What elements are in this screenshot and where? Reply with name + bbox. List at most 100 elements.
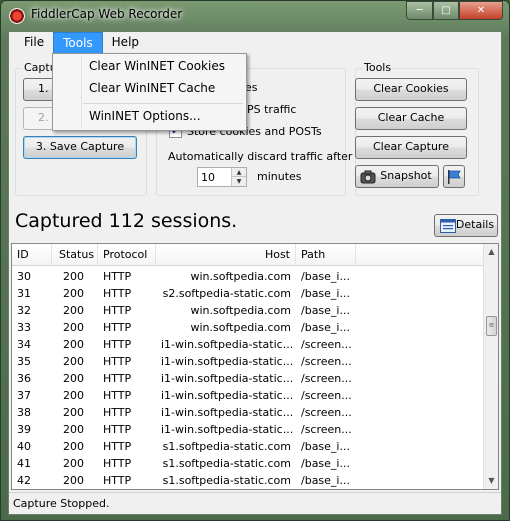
- table-row[interactable]: 38 200 HTTP i1-win.softpedia-static... /scre…: [12, 404, 484, 421]
- cell-status: 200: [63, 457, 84, 470]
- captured-sessions-text: Captured 112 sessions.: [15, 210, 238, 232]
- cell-status: 200: [63, 389, 84, 402]
- caption-buttons: ─ □ ✕: [406, 1, 503, 20]
- scroll-down-arrow-icon[interactable]: ▼: [484, 473, 498, 489]
- cell-path: /screen...: [301, 355, 352, 368]
- cell-status: 200: [63, 440, 84, 453]
- scroll-thumb[interactable]: ≡: [486, 316, 497, 336]
- table-row[interactable]: 41 200 HTTP s1.softpedia-static.com/base_i.…: [12, 455, 484, 472]
- title-bar[interactable]: FiddlerCap Web Recorder ─ □ ✕: [1, 1, 509, 31]
- cell-protocol: HTTP: [103, 338, 132, 351]
- column-header-host[interactable]: Host: [156, 244, 296, 266]
- cell-id: 32: [17, 304, 31, 317]
- cell-id: 38: [17, 406, 31, 419]
- flag-button[interactable]: [443, 165, 465, 188]
- table-row[interactable]: 31 200 HTTP s2.softpedia-static.com/base_i.…: [12, 285, 484, 302]
- cell-status: 200: [63, 270, 84, 283]
- cell-id: 42: [17, 474, 31, 487]
- snapshot-button[interactable]: Snapshot: [355, 165, 439, 188]
- cell-protocol: HTTP: [103, 270, 132, 283]
- menu-wininet-options[interactable]: WinINET Options...: [55, 106, 244, 127]
- menu-clear-wininet-cache[interactable]: Clear WinINET Cache: [55, 78, 244, 99]
- menu-clear-wininet-cookies[interactable]: Clear WinINET Cookies: [55, 56, 244, 77]
- column-header-id[interactable]: ID: [12, 244, 52, 266]
- column-header-status[interactable]: Status: [52, 244, 98, 266]
- cell-path: /base_i...: [301, 440, 350, 453]
- scroll-up-arrow-icon[interactable]: ▲: [484, 244, 498, 260]
- fiddlercap-app-icon: [9, 8, 25, 24]
- table-row[interactable]: 30 200 HTTP win.softpedia.com/base_i...: [12, 268, 484, 285]
- spin-up-icon[interactable]: ▲: [232, 168, 246, 177]
- table-row[interactable]: 35 200 HTTP i1-win.softpedia-static... /scre…: [12, 353, 484, 370]
- spin-down-icon[interactable]: ▼: [232, 177, 246, 186]
- table-row[interactable]: 36 200 HTTP i1-win.softpedia-static... /scre…: [12, 370, 484, 387]
- cell-path: /base_i...: [301, 304, 350, 317]
- cell-protocol: HTTP: [103, 457, 132, 470]
- clear-cookies-button[interactable]: Clear Cookies: [355, 78, 467, 101]
- table-row[interactable]: 40 200 HTTP s1.softpedia-static.com/base_i.…: [12, 438, 484, 455]
- cell-path: /base_i...: [301, 474, 350, 487]
- cell-protocol: HTTP: [103, 406, 132, 419]
- table-row[interactable]: 39 200 HTTP i1-win.softpedia-static... /scre…: [12, 421, 484, 438]
- tools-group-title: Tools: [362, 61, 394, 74]
- minimize-button[interactable]: ─: [406, 1, 433, 20]
- table-row[interactable]: 33 200 HTTP win.softpedia.com/base_i...: [12, 319, 484, 336]
- cell-host: i1-win.softpedia-static...: [161, 355, 294, 368]
- cell-host: s1.softpedia-static.com: [162, 440, 291, 453]
- cell-host: win.softpedia.com: [190, 304, 292, 317]
- cell-id: 39: [17, 423, 31, 436]
- vertical-scrollbar[interactable]: ▲ ≡ ▼: [483, 244, 498, 489]
- cell-path: /screen...: [301, 372, 352, 385]
- cell-status: 200: [63, 372, 84, 385]
- details-button[interactable]: Details: [434, 214, 498, 237]
- cell-id: 36: [17, 372, 31, 385]
- column-header-protocol[interactable]: Protocol: [98, 244, 156, 266]
- cell-host: s1.softpedia-static.com: [162, 457, 291, 470]
- table-row[interactable]: 32 200 HTTP win.softpedia.com/base_i...: [12, 302, 484, 319]
- discard-minutes-spinner[interactable]: 10 ▲ ▼: [197, 167, 247, 187]
- menu-help[interactable]: Help: [103, 32, 148, 54]
- tools-dropdown-menu: Clear WinINET Cookies Clear WinINET Cach…: [52, 53, 247, 131]
- cell-protocol: HTTP: [103, 389, 132, 402]
- details-icon: [440, 219, 456, 233]
- menu-file[interactable]: File: [15, 32, 53, 54]
- cell-path: /screen...: [301, 406, 352, 419]
- cell-id: 33: [17, 321, 31, 334]
- cell-host: s1.softpedia-static.com: [162, 474, 291, 487]
- column-header-path[interactable]: Path: [296, 244, 356, 266]
- cell-path: /base_i...: [301, 270, 350, 283]
- discard-label: Automatically discard traffic after: [168, 150, 353, 163]
- camera-icon: [360, 170, 376, 184]
- cell-id: 30: [17, 270, 31, 283]
- cell-path: /base_i...: [301, 287, 350, 300]
- cell-host: i1-win.softpedia-static...: [161, 338, 294, 351]
- table-row[interactable]: 42 200 HTTP s1.softpedia-static.com/base_i.…: [12, 472, 484, 489]
- close-button[interactable]: ✕: [459, 1, 503, 20]
- cell-host: win.softpedia.com: [190, 321, 292, 334]
- table-row[interactable]: 34 200 HTTP i1-win.softpedia-static... /scre…: [12, 336, 484, 353]
- cell-protocol: HTTP: [103, 304, 132, 317]
- details-label: Details: [455, 218, 495, 231]
- discard-minutes-value[interactable]: 10: [201, 171, 215, 184]
- cell-host: i1-win.softpedia-static...: [161, 406, 294, 419]
- cell-id: 40: [17, 440, 31, 453]
- cell-id: 34: [17, 338, 31, 351]
- table-row[interactable]: 37 200 HTTP i1-win.softpedia-static... /scre…: [12, 387, 484, 404]
- spinner-buttons: ▲ ▼: [231, 168, 246, 186]
- session-list[interactable]: ID Status Protocol Host Path 30 200 HTTP wi…: [11, 243, 499, 490]
- status-bar: Capture Stopped.: [9, 492, 501, 514]
- cell-status: 200: [63, 338, 84, 351]
- maximize-button[interactable]: □: [433, 1, 459, 20]
- menu-tools[interactable]: Tools: [53, 32, 103, 54]
- cell-id: 35: [17, 355, 31, 368]
- clear-cache-button[interactable]: Clear Cache: [355, 107, 467, 130]
- cell-host: i1-win.softpedia-static...: [161, 423, 294, 436]
- clear-capture-button[interactable]: Clear Capture: [355, 136, 467, 159]
- option-decrypt-https-label: PS traffic: [247, 103, 297, 116]
- cell-protocol: HTTP: [103, 440, 132, 453]
- menu-bar: File Tools Help: [9, 32, 501, 54]
- save-capture-button[interactable]: 3. Save Capture: [23, 136, 137, 159]
- snapshot-label: Snapshot: [380, 169, 432, 182]
- cell-host: s2.softpedia-static.com: [162, 287, 291, 300]
- cell-id: 41: [17, 457, 31, 470]
